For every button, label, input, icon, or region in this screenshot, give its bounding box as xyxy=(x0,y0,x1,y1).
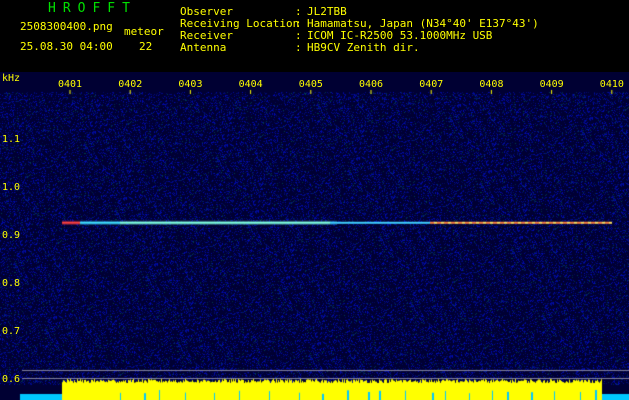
antenna-value: HB9CV Zenith dir. xyxy=(307,41,420,54)
antenna-sep: : xyxy=(295,41,302,54)
spectrogram-canvas xyxy=(0,72,629,400)
time-tick-label: 0401 xyxy=(58,79,83,90)
meteor-label: meteor xyxy=(124,25,164,38)
info-header: HROFFT 2508300400.png 25.08.30 04:00 met… xyxy=(0,0,629,72)
time-tick-label: 0405 xyxy=(298,79,323,90)
date-time: 25.08.30 04:00 xyxy=(20,40,113,53)
time-tick-label: 0403 xyxy=(178,79,203,90)
time-tick-label: 0410 xyxy=(599,79,624,90)
freq-tick-label: 1.1 xyxy=(2,134,21,146)
freq-tick-label: 0.6 xyxy=(2,374,21,386)
app-logo: HROFFT xyxy=(48,1,137,16)
freq-tick-label: 0.7 xyxy=(2,326,21,338)
time-tick-label: 0406 xyxy=(359,79,384,90)
antenna-label: Antenna xyxy=(180,41,227,54)
time-tick-label: 0408 xyxy=(479,79,504,90)
freq-tick-label: 1.0 xyxy=(2,182,21,194)
time-tick-label: 0404 xyxy=(238,79,263,90)
time-tick-label: 0407 xyxy=(419,79,444,90)
time-tick-label: 0402 xyxy=(118,79,143,90)
freq-tick-label: 0.8 xyxy=(2,278,21,290)
file-name: 2508300400.png xyxy=(20,20,113,33)
meteor-count: 22 xyxy=(139,40,153,53)
unit-label: kHz xyxy=(2,73,21,84)
time-tick-label: 0409 xyxy=(539,79,564,90)
freq-tick-label: 0.9 xyxy=(2,230,21,242)
